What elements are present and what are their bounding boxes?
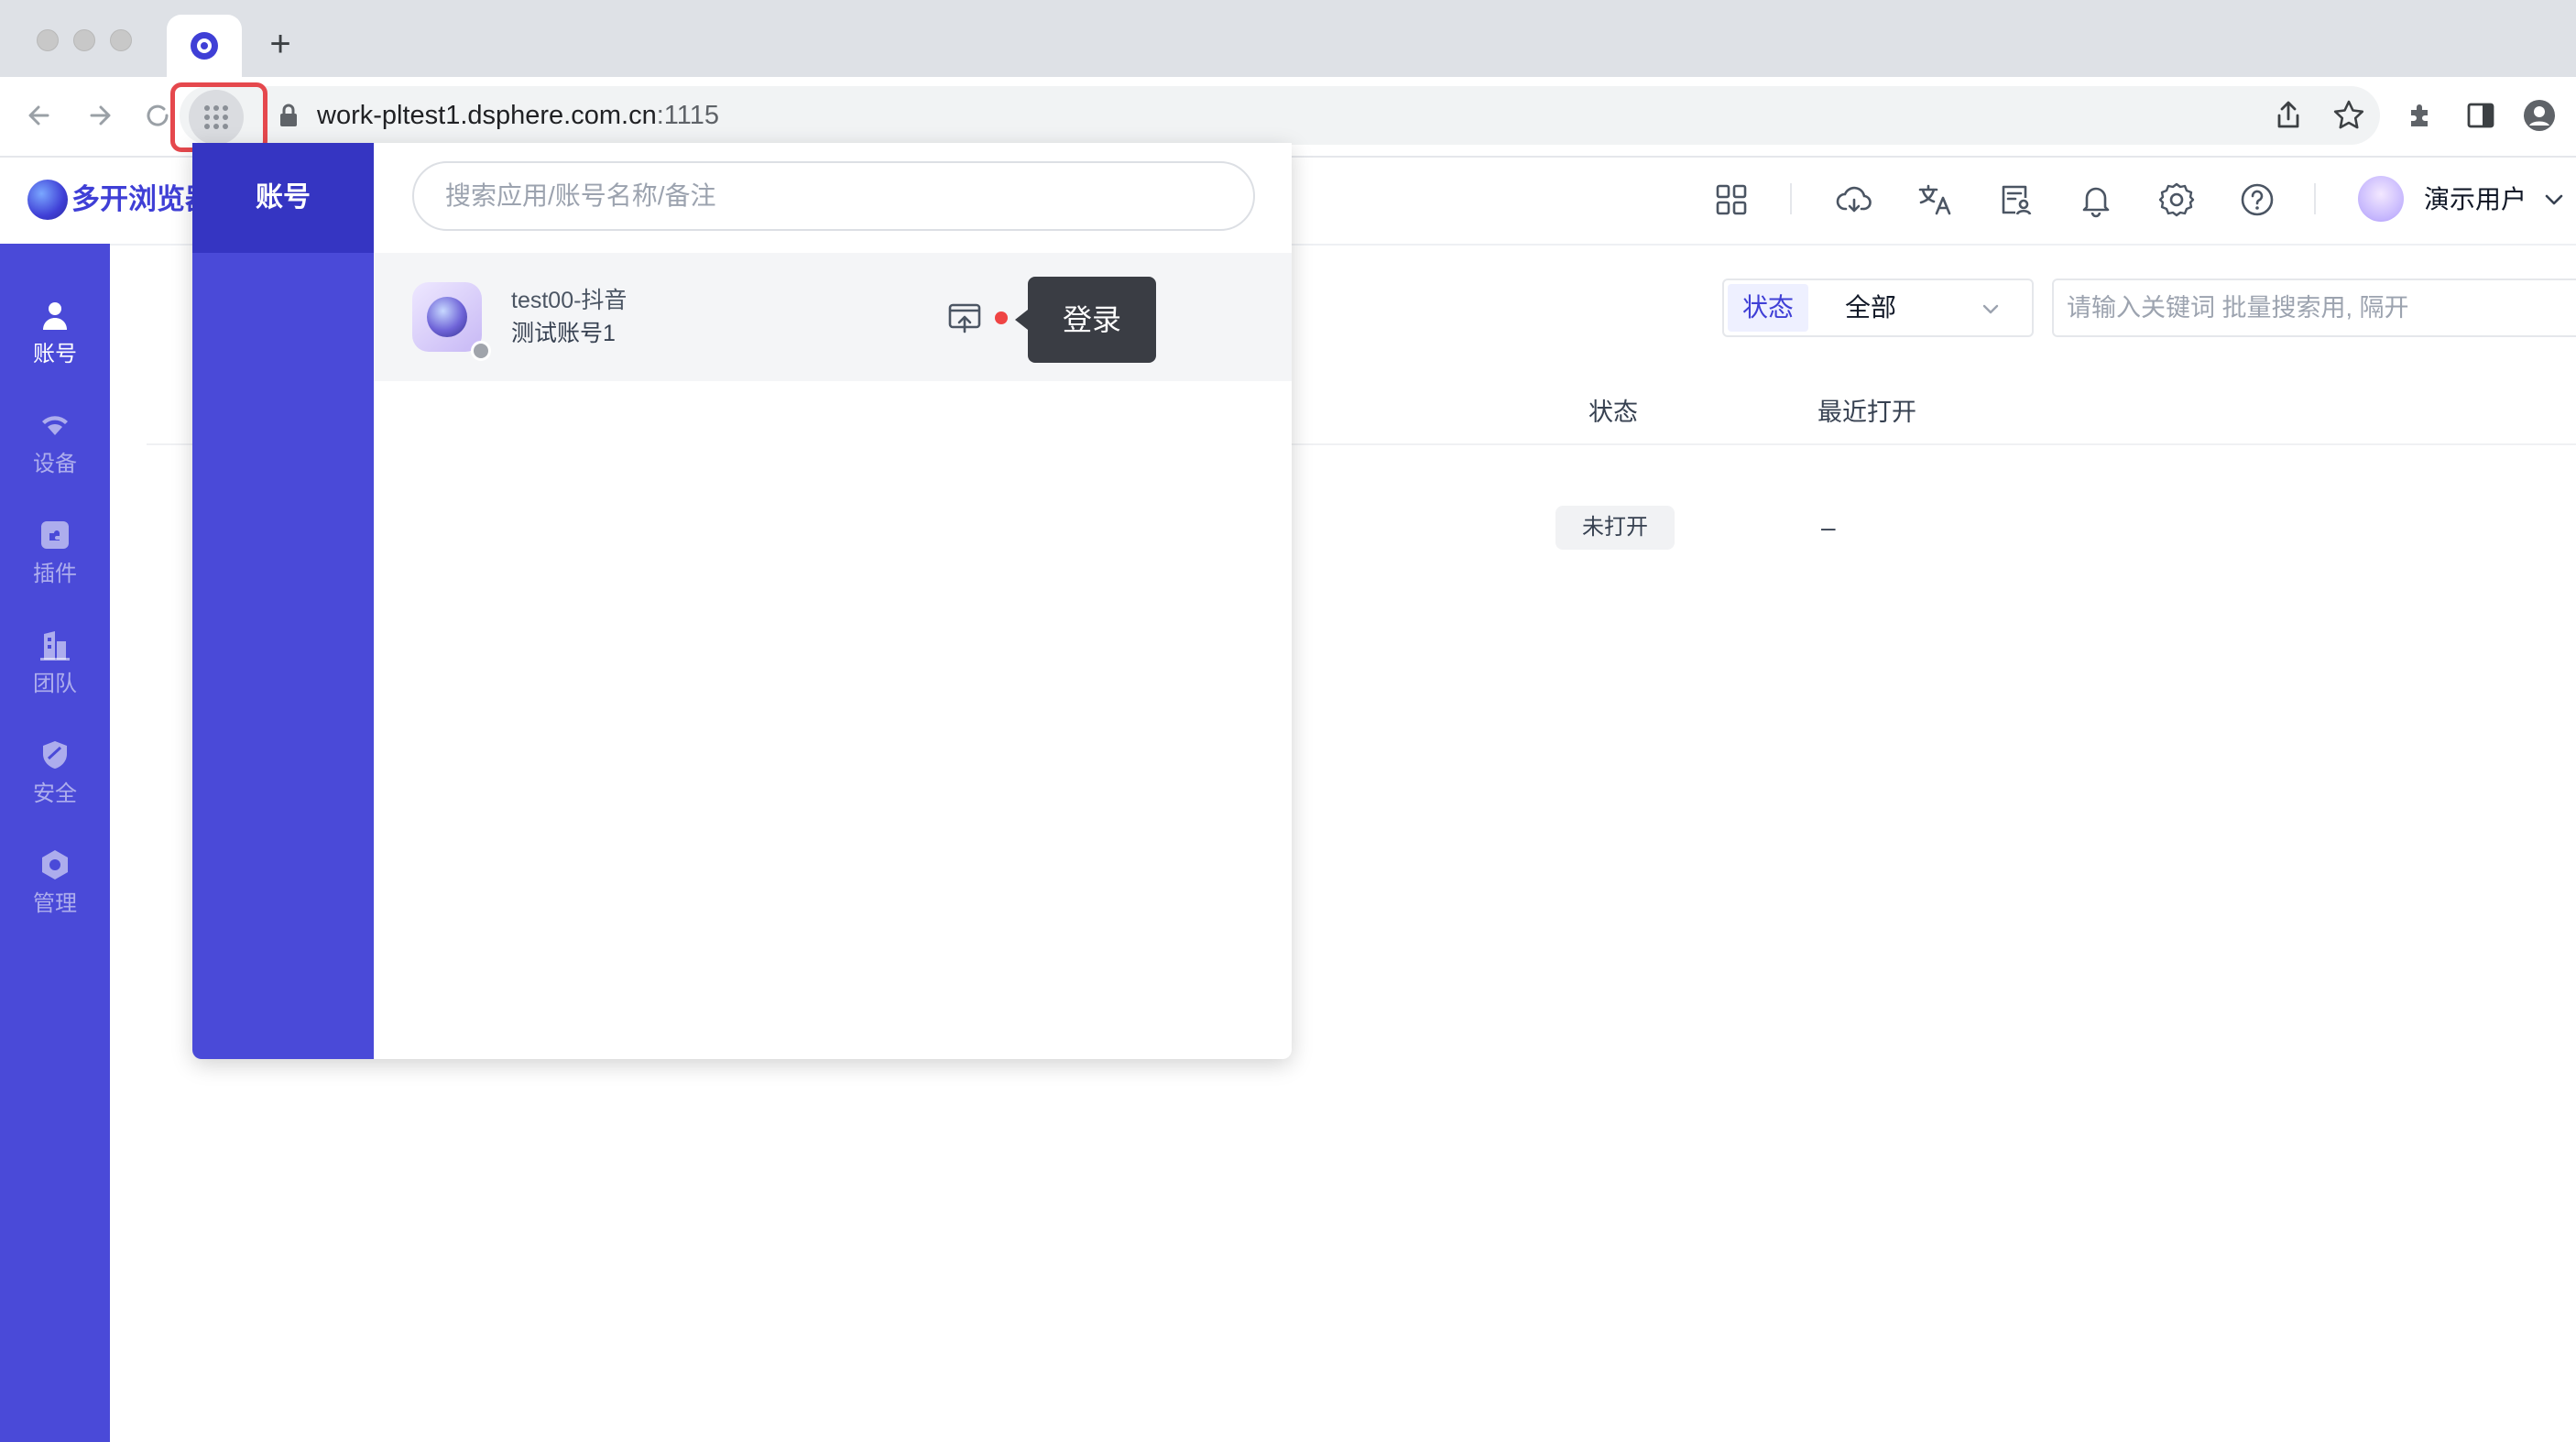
sidebar-item-label: 团队 (33, 672, 77, 696)
popup-tab-label: 账号 (256, 182, 311, 213)
new-tab-button[interactable]: + (262, 26, 299, 62)
planet-icon (427, 297, 467, 337)
popup-search-placeholder: 搜索应用/账号名称/备注 (445, 181, 716, 210)
contacts-icon (2002, 185, 2032, 215)
chevron-down-icon[interactable] (2541, 187, 2567, 213)
chevron-down-icon[interactable] (1977, 295, 2004, 322)
account-login-button[interactable] (945, 299, 984, 337)
open-window-icon (948, 303, 981, 333)
sidebar-item-label: 管理 (33, 891, 77, 916)
forward-button[interactable] (79, 95, 119, 136)
sidebar-item-label: 设备 (33, 452, 77, 476)
status-filter-label: 状态 (1728, 284, 1808, 332)
url-host: work-pltest1.dsphere.com.cn (317, 101, 657, 130)
window-zoom-button[interactable] (110, 29, 132, 51)
sidebar-item-team[interactable]: 团队 (0, 617, 110, 718)
puzzle-icon (41, 521, 69, 549)
share-icon (2277, 101, 2299, 128)
gear-icon (2158, 182, 2195, 217)
side-panel-button[interactable] (2462, 97, 2499, 134)
lock-icon (280, 104, 297, 126)
brand-logo (27, 180, 68, 220)
building-icon (40, 631, 70, 661)
wifi-icon (42, 416, 68, 435)
header-divider (1790, 183, 1792, 214)
column-header-status: 状态 (1588, 399, 1638, 426)
star-icon (2333, 100, 2364, 129)
tooltip-arrow (1015, 310, 1028, 330)
login-tooltip: 登录 (1028, 277, 1156, 363)
cloud-sync-icon (1836, 186, 1872, 213)
window-close-button[interactable] (37, 29, 59, 51)
help-icon (2241, 183, 2274, 216)
arrow-right-icon (90, 105, 111, 126)
user-name[interactable]: 演示用户 (2424, 180, 2527, 220)
side-panel-icon (2467, 103, 2494, 128)
settings-icon (42, 850, 68, 879)
user-icon (43, 302, 67, 330)
sidebar-item-label: 安全 (33, 781, 77, 806)
column-header-last-opened: 最近打开 (1817, 399, 1916, 426)
sidebar-item-accounts[interactable]: 账号 (0, 288, 110, 388)
notification-dot (995, 311, 1008, 324)
contacts-button[interactable] (1995, 180, 2036, 220)
notifications-button[interactable] (2076, 180, 2116, 220)
sidebar-item-label: 账号 (33, 342, 77, 366)
header-divider-2 (2314, 183, 2316, 214)
back-button[interactable] (20, 95, 60, 136)
translate-icon (1918, 184, 1951, 215)
apps-launcher-highlight (170, 82, 267, 152)
cloud-sync-button[interactable] (1834, 180, 1874, 220)
sidebar-item-label: 插件 (33, 562, 77, 586)
arrow-left-icon (28, 105, 49, 126)
app-favicon-icon (191, 32, 218, 60)
apps-grid-icon (1716, 184, 1747, 215)
address-url[interactable]: work-pltest1.dsphere.com.cn:1115 (317, 99, 719, 132)
window-minimize-button[interactable] (73, 29, 95, 51)
sidebar-item-security[interactable]: 安全 (0, 727, 110, 828)
sidebar-item-devices[interactable]: 设备 (0, 398, 110, 498)
bookmark-button[interactable] (2330, 97, 2367, 134)
keyword-search-placeholder: 请输入关键词 批量搜索用, 隔开 (2067, 294, 2409, 322)
status-filter-value[interactable]: 全部 (1845, 284, 1896, 332)
browser-tab-strip (0, 0, 2576, 77)
apps-grid-button[interactable] (1711, 180, 1752, 220)
account-remark: 测试账号1 (511, 321, 616, 346)
settings-button[interactable] (2156, 180, 2197, 220)
profile-button[interactable] (2521, 97, 2558, 134)
help-button[interactable] (2237, 180, 2277, 220)
account-status-dot (471, 341, 491, 361)
extensions-button[interactable] (2402, 97, 2439, 134)
account-name: test00-抖音 (511, 288, 628, 313)
popup-sidebar (192, 143, 374, 1059)
sidebar-item-plugins[interactable]: 插件 (0, 508, 110, 608)
browser-tab[interactable] (167, 15, 242, 77)
user-avatar[interactable] (2358, 176, 2404, 222)
shield-icon (43, 741, 67, 769)
status-badge: 未打开 (1555, 506, 1675, 550)
share-button[interactable] (2270, 97, 2307, 134)
profile-icon (2524, 100, 2555, 131)
bell-icon (2082, 187, 2110, 218)
url-port: :1115 (656, 101, 719, 130)
translate-button[interactable] (1915, 180, 1955, 220)
puzzle-icon (2411, 104, 2428, 126)
last-opened-value: – (1821, 513, 1836, 541)
sidebar-item-management[interactable]: 管理 (0, 837, 110, 938)
